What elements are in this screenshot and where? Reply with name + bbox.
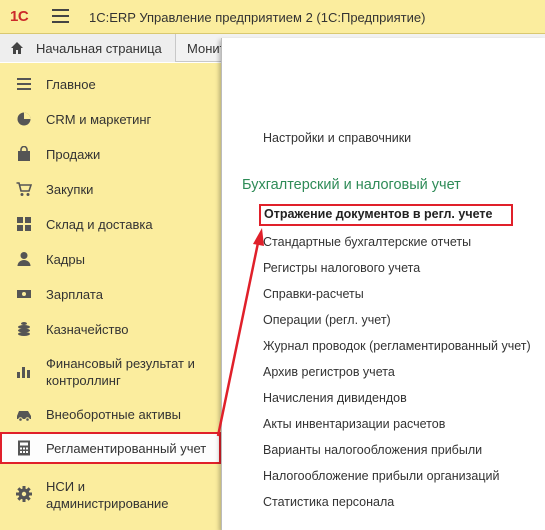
sidebar-item-label: Зарплата <box>46 287 103 302</box>
coins-icon <box>18 322 30 336</box>
tab-home-label: Начальная страница <box>36 41 162 56</box>
sidebar-item-finance[interactable]: Финансовый результат и контроллинг <box>0 353 221 389</box>
sidebar-item-label: Внеоборотные активы <box>46 407 182 422</box>
command-link[interactable]: Налогообложение прибыли организаций <box>263 469 499 483</box>
car-icon <box>17 411 31 422</box>
sidebar-item-purchases[interactable]: Закупки <box>0 178 221 200</box>
bar-chart-icon <box>17 367 30 378</box>
sidebar-item-label: НСИ и <box>46 479 85 494</box>
command-link[interactable]: Варианты налогообложения прибыли <box>263 443 482 457</box>
title-bar: 1С 1С:ERP Управление предприятием 2 (1С:… <box>0 0 545 34</box>
menu-icon[interactable] <box>52 9 69 23</box>
gear-icon <box>16 486 32 502</box>
command-link[interactable]: Журнал проводок (регламентированный учет… <box>263 339 531 353</box>
sidebar-item-fixed-assets[interactable]: Внеоборотные активы <box>0 403 221 425</box>
sidebar-item-label: Главное <box>46 77 96 92</box>
home-icon <box>11 42 23 54</box>
sidebar-item-main[interactable]: Главное <box>0 73 221 95</box>
sidebar-item-label: Склад и доставка <box>46 217 153 232</box>
sidebar-item-regulated-accounting[interactable]: Регламентированный учет <box>0 432 221 464</box>
section-title: Бухгалтерский и налоговый учет <box>242 177 461 193</box>
command-link[interactable]: Статистика персонала <box>263 495 394 509</box>
command-link[interactable]: Начисления дивидендов <box>263 391 407 405</box>
command-link[interactable]: Акты инвентаризации расчетов <box>263 417 445 431</box>
sidebar-item-label: Казначейство <box>46 322 129 337</box>
sidebar-item-label: Регламентированный учет <box>46 441 207 456</box>
settings-link[interactable]: Настройки и справочники <box>263 131 411 145</box>
shopping-bag-icon <box>18 146 30 161</box>
list-icon <box>17 78 31 90</box>
grid-icon <box>17 217 31 231</box>
sidebar-item-crm[interactable]: CRM и маркетинг <box>0 108 221 130</box>
sidebar-item-warehouse[interactable]: Склад и доставка <box>0 213 221 235</box>
tab-monitor-label: Монит <box>187 41 226 56</box>
sidebar-item-treasury[interactable]: Казначейство <box>0 318 221 340</box>
sidebar-item-admin[interactable]: НСИ и администрирование <box>0 476 221 512</box>
money-icon <box>17 290 31 298</box>
sidebar-item-label: Закупки <box>46 182 94 197</box>
window-title: 1С:ERP Управление предприятием 2 (1С:Пре… <box>89 10 426 25</box>
sections-panel: Главное CRM и маркетинг Продажи Закупки … <box>0 63 221 530</box>
person-icon <box>17 252 31 266</box>
command-link[interactable]: Операции (регл. учет) <box>263 313 391 327</box>
command-link[interactable]: Стандартные бухгалтерские отчеты <box>263 235 471 249</box>
command-link[interactable]: Регистры налогового учета <box>263 261 420 275</box>
calculator-icon <box>18 440 30 456</box>
sidebar-item-hr[interactable]: Кадры <box>0 248 221 270</box>
pie-chart-icon <box>17 112 31 126</box>
sidebar-item-sales[interactable]: Продажи <box>0 143 221 165</box>
sidebar-item-label: CRM и маркетинг <box>46 112 152 127</box>
sidebar-item-label: Кадры <box>46 252 85 267</box>
section-commands-panel: Настройки и справочники Бухгалтерский и … <box>221 38 545 530</box>
sidebar-item-label-line2: администрирование <box>46 496 169 511</box>
highlighted-link[interactable]: Отражение документов в регл. учете <box>264 207 492 221</box>
sidebar-item-label-line2: контроллинг <box>46 373 121 388</box>
1c-logo: 1С <box>10 8 29 25</box>
cart-icon <box>16 182 32 196</box>
tab-monitor[interactable]: Монит <box>177 34 227 62</box>
tab-home[interactable]: Начальная страница <box>0 34 176 62</box>
sidebar-item-salary[interactable]: Зарплата <box>0 283 221 305</box>
sidebar-item-label: Продажи <box>46 147 101 162</box>
command-link[interactable]: Справки-расчеты <box>263 287 364 301</box>
highlighted-command[interactable]: Отражение документов в регл. учете <box>259 204 513 226</box>
sidebar-item-label: Финансовый результат и <box>46 356 195 371</box>
command-link[interactable]: Архив регистров учета <box>263 365 395 379</box>
